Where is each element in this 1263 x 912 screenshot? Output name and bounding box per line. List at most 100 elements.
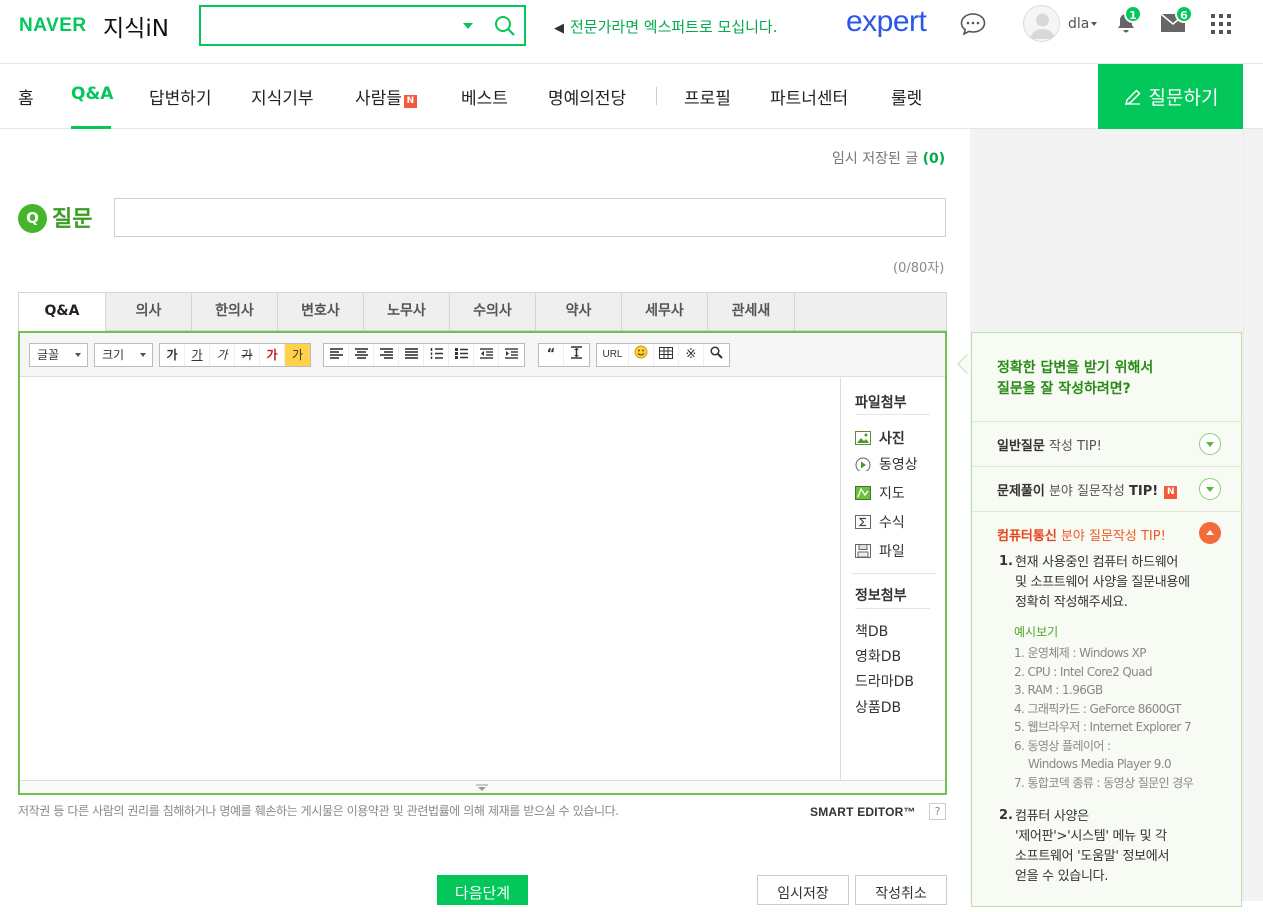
- tab-veterinarian[interactable]: 수의사: [450, 293, 536, 330]
- tip-heading: 정확한 답변을 받기 위해서 질문을 잘 작성하려면?: [997, 360, 1154, 397]
- user-name[interactable]: dla: [1068, 16, 1089, 32]
- mail-count-badge: 6: [1175, 5, 1193, 23]
- nav-item-roulette[interactable]: 룰렛: [891, 84, 922, 109]
- product-db-link[interactable]: 상품DB: [855, 697, 901, 717]
- new-badge: N: [1164, 486, 1178, 499]
- movie-db-link[interactable]: 영화DB: [855, 646, 901, 666]
- category-tabs: Q&A 의사 한의사 변호사 노무사 수의사 약사 세무사 관세새: [18, 292, 947, 332]
- tab-customs-broker[interactable]: 관세새: [708, 293, 795, 330]
- numbered-list-icon[interactable]: [424, 344, 449, 366]
- font-size-select[interactable]: 크기: [94, 343, 153, 367]
- info-attach-title: 정보첨부: [855, 588, 907, 604]
- example-heading: 예시보기: [1014, 625, 1059, 639]
- search-icon[interactable]: [493, 14, 517, 42]
- book-db-link[interactable]: 책DB: [855, 621, 888, 641]
- highlight-button[interactable]: 가: [285, 344, 310, 366]
- ask-question-button[interactable]: 질문하기: [1098, 64, 1243, 129]
- attach-photo-button[interactable]: 사진: [855, 428, 905, 448]
- chat-icon[interactable]: [959, 11, 987, 41]
- tab-tax-accountant[interactable]: 세무사: [622, 293, 708, 330]
- main-nav: 홈 Q&A 답변하기 지식기부 사람들 N 베스트 명예의전당 프로필 파트너센터…: [0, 64, 1263, 129]
- emoticon-icon[interactable]: [629, 344, 654, 366]
- computer-tip-title[interactable]: 컴퓨터통신 분야 질문작성 TIP!: [997, 525, 1166, 544]
- editor-content-area[interactable]: [20, 378, 823, 780]
- bold-button[interactable]: 가: [160, 344, 185, 366]
- font-color-button[interactable]: 가: [260, 344, 285, 366]
- align-center-icon[interactable]: [349, 344, 374, 366]
- align-justify-icon[interactable]: [399, 344, 424, 366]
- nav-item-qa[interactable]: Q&A: [71, 84, 113, 104]
- avatar[interactable]: [1023, 5, 1060, 42]
- speaker-icon: ◀: [554, 21, 564, 36]
- nav-item-best[interactable]: 베스트: [461, 84, 508, 109]
- attach-video-button[interactable]: 동영상: [855, 454, 918, 474]
- drama-db-link[interactable]: 드라마DB: [855, 671, 914, 691]
- problem-solving-tip[interactable]: 문제풀이 분야 질문작성 TIP! N: [972, 466, 1241, 511]
- pencil-icon: [1124, 88, 1141, 105]
- user-menu-caret-icon[interactable]: [1091, 22, 1097, 26]
- underline-button[interactable]: 가: [185, 344, 210, 366]
- strikethrough-button[interactable]: 가: [235, 344, 260, 366]
- tab-lawyer[interactable]: 변호사: [278, 293, 364, 330]
- notification-count-badge: 1: [1124, 5, 1142, 23]
- expert-promo-link[interactable]: ◀ 전문가라면 엑스퍼트로 모십니다.: [554, 16, 778, 37]
- tab-doctor[interactable]: 의사: [106, 293, 192, 330]
- attach-map-button[interactable]: 지도: [855, 483, 905, 503]
- bullet-list-icon[interactable]: [449, 344, 474, 366]
- search-dropdown-icon[interactable]: [463, 23, 473, 29]
- quote-group: “: [538, 343, 590, 367]
- tab-qa[interactable]: Q&A: [19, 293, 106, 332]
- formula-icon: [855, 515, 871, 529]
- special-char-icon[interactable]: ※: [679, 344, 704, 366]
- photo-icon: [855, 431, 871, 445]
- nav-item-partner-center[interactable]: 파트너센터: [770, 84, 848, 109]
- expand-chevron-icon[interactable]: [1199, 433, 1221, 455]
- font-family-select[interactable]: 글꼴: [29, 343, 88, 367]
- smart-editor-logo: SMART EDITOR™: [810, 805, 916, 819]
- kin-logo[interactable]: 지식iN: [103, 9, 169, 43]
- apps-grid-icon[interactable]: [1211, 14, 1231, 34]
- align-right-icon[interactable]: [374, 344, 399, 366]
- copyright-notice: 저작권 등 다른 사람의 권리를 침해하거나 명예를 훼손하는 게시물은 이용약…: [18, 804, 619, 818]
- attach-file-button[interactable]: 파일: [855, 541, 905, 561]
- editor-resize-bar[interactable]: [20, 780, 945, 793]
- nav-item-home[interactable]: 홈: [18, 84, 34, 109]
- tab-oriental-doctor[interactable]: 한의사: [192, 293, 278, 330]
- insert-group: URL ※: [596, 343, 730, 367]
- question-tip-panel: 정확한 답변을 받기 위해서 질문을 잘 작성하려면? 일반질문 작성 TIP! …: [971, 332, 1242, 907]
- search-input[interactable]: [199, 5, 526, 46]
- editor-toolbar: 글꼴 크기 가 가 가 가 가 가 “ URL ※: [20, 333, 945, 377]
- expand-chevron-icon[interactable]: [1199, 478, 1221, 500]
- file-icon: [855, 544, 871, 558]
- nav-item-profile[interactable]: 프로필: [684, 84, 731, 109]
- url-link-button[interactable]: URL: [597, 344, 629, 366]
- temp-saved-link[interactable]: 임시 저장된 글 (0): [832, 148, 945, 168]
- nav-item-answer[interactable]: 답변하기: [149, 84, 212, 109]
- indent-icon[interactable]: [499, 344, 524, 366]
- attach-formula-button[interactable]: 수식: [855, 512, 905, 532]
- question-title-input[interactable]: [114, 198, 946, 237]
- naver-logo[interactable]: NAVER: [19, 15, 87, 37]
- align-left-icon[interactable]: [324, 344, 349, 366]
- find-icon[interactable]: [704, 344, 729, 366]
- smart-editor: 글꼴 크기 가 가 가 가 가 가 “ URL ※ 파일첨부 사진 동영상 지도…: [18, 331, 947, 795]
- line-height-icon[interactable]: [564, 344, 589, 366]
- expert-logo[interactable]: expert: [846, 5, 927, 39]
- collapse-chevron-icon[interactable]: [1199, 522, 1221, 544]
- example-list: 1. 운영체제 : Windows XP 2. CPU : Intel Core…: [1014, 646, 1194, 790]
- tab-pharmacist[interactable]: 약사: [536, 293, 622, 330]
- nav-item-hall-of-fame[interactable]: 명예의전당: [548, 84, 626, 109]
- editor-help-button[interactable]: ?: [929, 803, 946, 820]
- tab-labor-attorney[interactable]: 노무사: [364, 293, 450, 330]
- table-icon[interactable]: [654, 344, 679, 366]
- nav-item-people[interactable]: 사람들 N: [355, 84, 417, 109]
- nav-divider: [656, 87, 657, 105]
- nav-item-donate[interactable]: 지식기부: [251, 84, 314, 109]
- italic-button[interactable]: 가: [210, 344, 235, 366]
- file-attach-title: 파일첨부: [855, 395, 907, 411]
- outdent-icon[interactable]: [474, 344, 499, 366]
- new-badge: N: [403, 95, 417, 108]
- general-question-tip[interactable]: 일반질문 작성 TIP!: [972, 421, 1241, 466]
- quote-icon[interactable]: “: [539, 344, 564, 366]
- resize-grip-icon[interactable]: [476, 784, 488, 791]
